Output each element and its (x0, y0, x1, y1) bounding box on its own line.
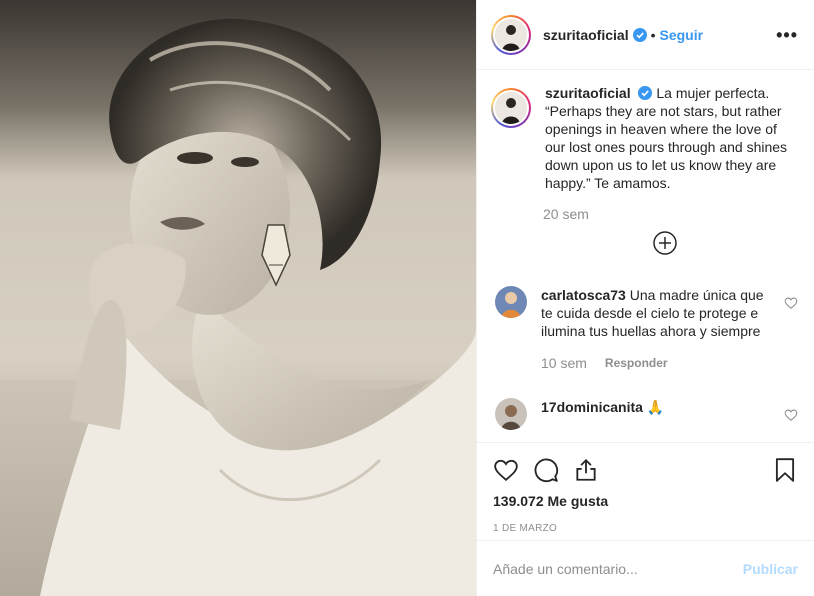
publish-button[interactable]: Publicar (743, 561, 798, 577)
comment-meta: 10 sem Responder (541, 354, 777, 372)
header-avatar[interactable] (491, 14, 531, 55)
post-image (0, 0, 476, 596)
action-icons (493, 443, 798, 497)
add-comment-section: Publicar (477, 540, 814, 596)
comment-icon[interactable] (533, 457, 559, 483)
comment-item: 17dominicanita 🙏 (491, 398, 798, 430)
avatar-icon (495, 398, 527, 430)
bookmark-icon[interactable] (772, 457, 798, 483)
follow-button[interactable]: Seguir (660, 27, 704, 43)
share-icon[interactable] (573, 457, 599, 483)
caption: szuritaoficial La mujer perfecta. “Perha… (491, 84, 798, 192)
commenter-avatar[interactable] (495, 286, 527, 318)
caption-time[interactable]: 20 sem (543, 206, 798, 222)
caption-username[interactable]: szuritaoficial (545, 85, 631, 101)
comment-time[interactable]: 10 sem (541, 354, 587, 372)
verified-icon (632, 27, 647, 42)
more-icon[interactable]: ••• (776, 26, 798, 44)
post-header: szuritaoficial • Seguir ••• (477, 0, 814, 70)
verified-icon (638, 86, 653, 100)
comment-input[interactable] (493, 560, 743, 577)
post-actions: 139.072 Me gusta 1 DE MARZO Publicar (477, 442, 814, 596)
plus-circle-icon[interactable] (652, 230, 678, 256)
header-separator: • (650, 26, 656, 43)
comment-item: carlatosca73 Una madre única que te cuid… (491, 286, 798, 372)
comment-text: 🙏 (646, 399, 665, 415)
avatar-icon (495, 18, 527, 51)
comment-body: carlatosca73 Una madre única que te cuid… (541, 286, 777, 372)
heart-small-icon[interactable] (784, 408, 798, 422)
comment-username[interactable]: carlatosca73 (541, 287, 626, 303)
heart-small-icon[interactable] (784, 296, 798, 310)
load-more-comments[interactable] (531, 230, 798, 256)
caption-avatar[interactable] (491, 88, 531, 128)
comments-list[interactable]: szuritaoficial La mujer perfecta. “Perha… (477, 70, 814, 442)
header-username[interactable]: szuritaoficial (543, 27, 629, 43)
comment-username[interactable]: 17dominicanita (541, 399, 643, 415)
commenter-avatar[interactable] (495, 398, 527, 430)
instagram-post: szuritaoficial • Seguir ••• szuritaofici… (0, 0, 814, 596)
side-panel: szuritaoficial • Seguir ••• szuritaofici… (476, 0, 814, 596)
likes-count[interactable]: 139.072 Me gusta (493, 493, 798, 509)
reply-button[interactable]: Responder (605, 354, 668, 372)
comment-body: 17dominicanita 🙏 (541, 398, 777, 430)
caption-body: szuritaoficial La mujer perfecta. “Perha… (545, 84, 798, 192)
heart-icon[interactable] (493, 457, 519, 483)
post-photo[interactable] (0, 0, 476, 596)
avatar-icon (495, 92, 527, 124)
post-date[interactable]: 1 DE MARZO (493, 523, 798, 534)
avatar-icon (495, 286, 527, 318)
